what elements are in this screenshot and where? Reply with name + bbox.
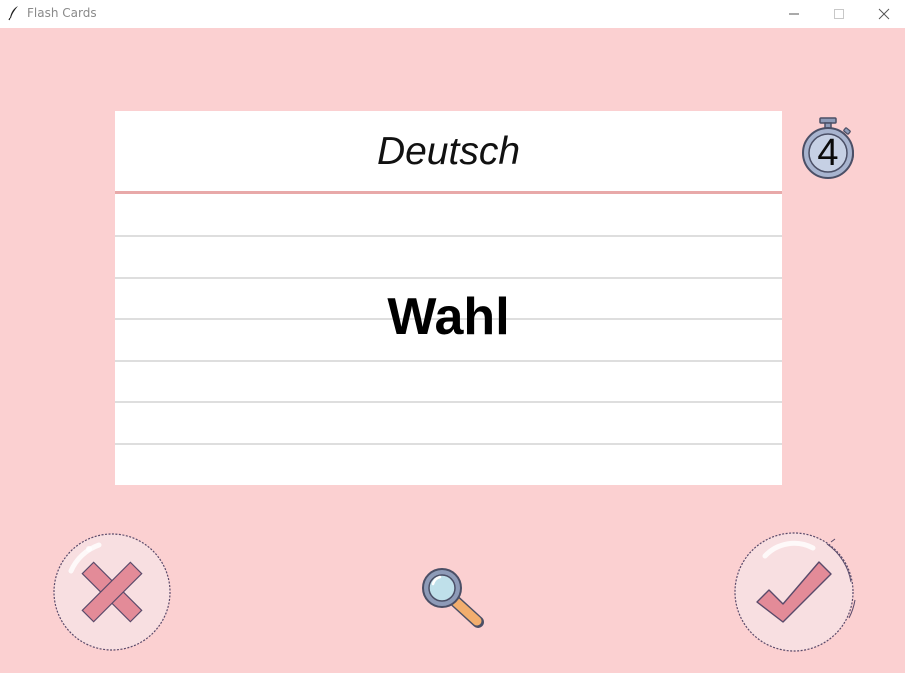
minimize-button[interactable] bbox=[771, 0, 817, 28]
ruled-line bbox=[115, 360, 782, 362]
flash-card[interactable]: Deutsch Wahl bbox=[115, 111, 782, 485]
maximize-button[interactable] bbox=[816, 0, 862, 28]
timer-value: 4 bbox=[817, 132, 839, 174]
checkmark-icon bbox=[731, 532, 861, 660]
window-title: Flash Cards bbox=[27, 6, 97, 20]
title-bar: Flash Cards bbox=[0, 0, 905, 28]
card-language: Deutsch bbox=[376, 129, 521, 173]
ruled-line bbox=[115, 443, 782, 445]
maximize-icon bbox=[833, 8, 845, 20]
ruled-line bbox=[115, 235, 782, 237]
minimize-icon bbox=[788, 8, 800, 20]
ruled-line bbox=[115, 277, 782, 279]
card-header: Deutsch bbox=[115, 111, 782, 192]
wrong-button[interactable] bbox=[51, 531, 175, 655]
card-word: Wahl bbox=[387, 288, 510, 346]
close-button[interactable] bbox=[861, 0, 905, 28]
magnifying-glass-icon bbox=[418, 568, 488, 636]
flip-button[interactable] bbox=[418, 564, 488, 632]
cross-icon bbox=[51, 533, 175, 659]
countdown-timer: 4 bbox=[800, 116, 858, 182]
header-divider bbox=[115, 191, 782, 194]
close-icon bbox=[878, 8, 890, 20]
right-button[interactable] bbox=[731, 530, 861, 656]
feather-icon bbox=[8, 5, 20, 21]
ruled-line bbox=[115, 401, 782, 403]
